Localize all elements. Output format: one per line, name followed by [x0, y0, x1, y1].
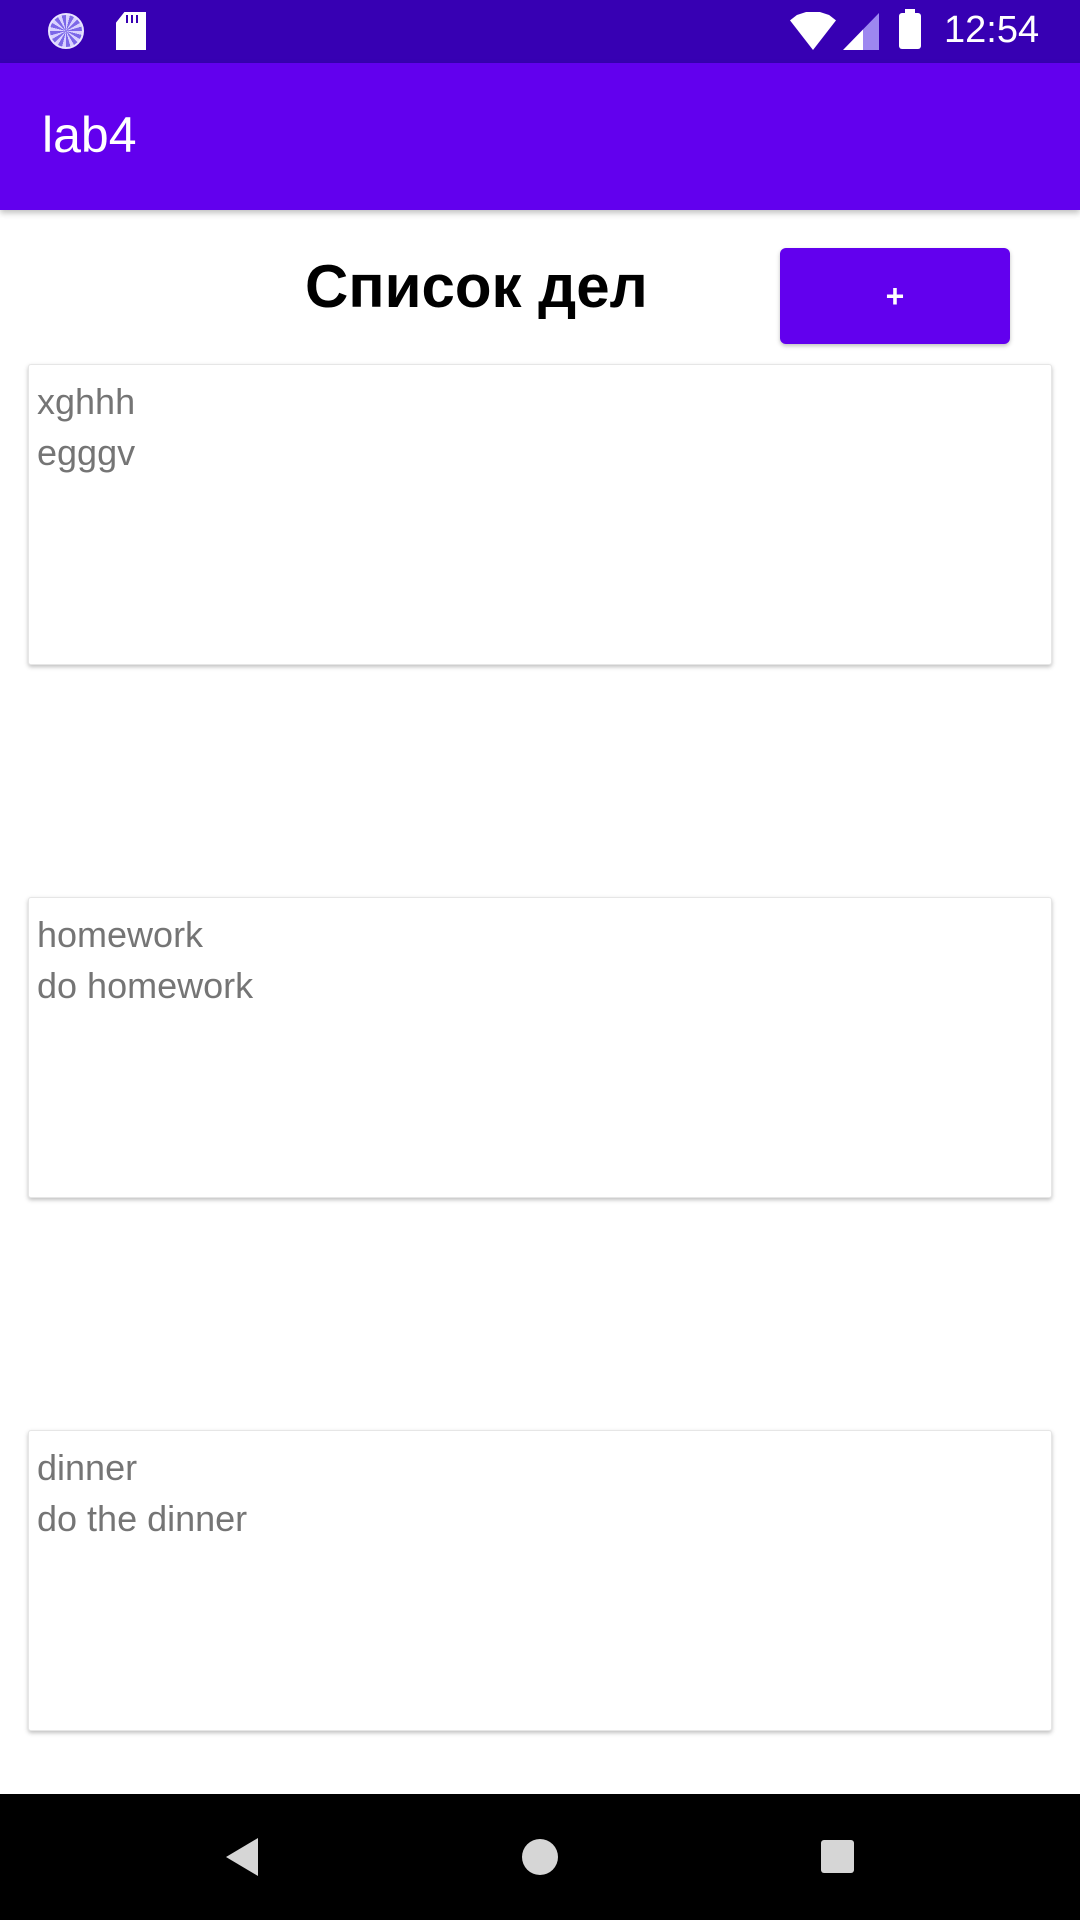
- navigation-bar: [0, 1794, 1080, 1920]
- task-card[interactable]: dinner do the dinner: [28, 1430, 1052, 1731]
- task-title: homework: [37, 914, 204, 955]
- task-description: do homework: [37, 965, 254, 1006]
- sd-card-icon: [116, 12, 146, 50]
- status-bar-time: 12:54: [944, 9, 1040, 51]
- loading-spinner-icon: [48, 13, 84, 49]
- page-title: Список дел: [305, 253, 648, 320]
- status-bar: 12:54: [0, 0, 1080, 63]
- task-description: do the dinner: [37, 1498, 248, 1539]
- wifi-icon: [790, 12, 836, 50]
- battery-icon: [899, 9, 921, 49]
- app-bar: lab4: [0, 63, 1080, 210]
- task-description: egggv: [37, 432, 136, 473]
- recents-icon[interactable]: [821, 1840, 854, 1873]
- task-card[interactable]: xghhh egggv: [28, 364, 1052, 665]
- app-title: lab4: [42, 107, 137, 163]
- cell-signal-icon: [843, 13, 879, 50]
- back-icon[interactable]: [226, 1838, 258, 1876]
- task-title: dinner: [37, 1447, 138, 1488]
- add-task-button[interactable]: +: [780, 248, 1010, 344]
- task-card[interactable]: homework do homework: [28, 897, 1052, 1198]
- task-title: xghhh: [37, 381, 136, 422]
- home-icon[interactable]: [522, 1839, 558, 1875]
